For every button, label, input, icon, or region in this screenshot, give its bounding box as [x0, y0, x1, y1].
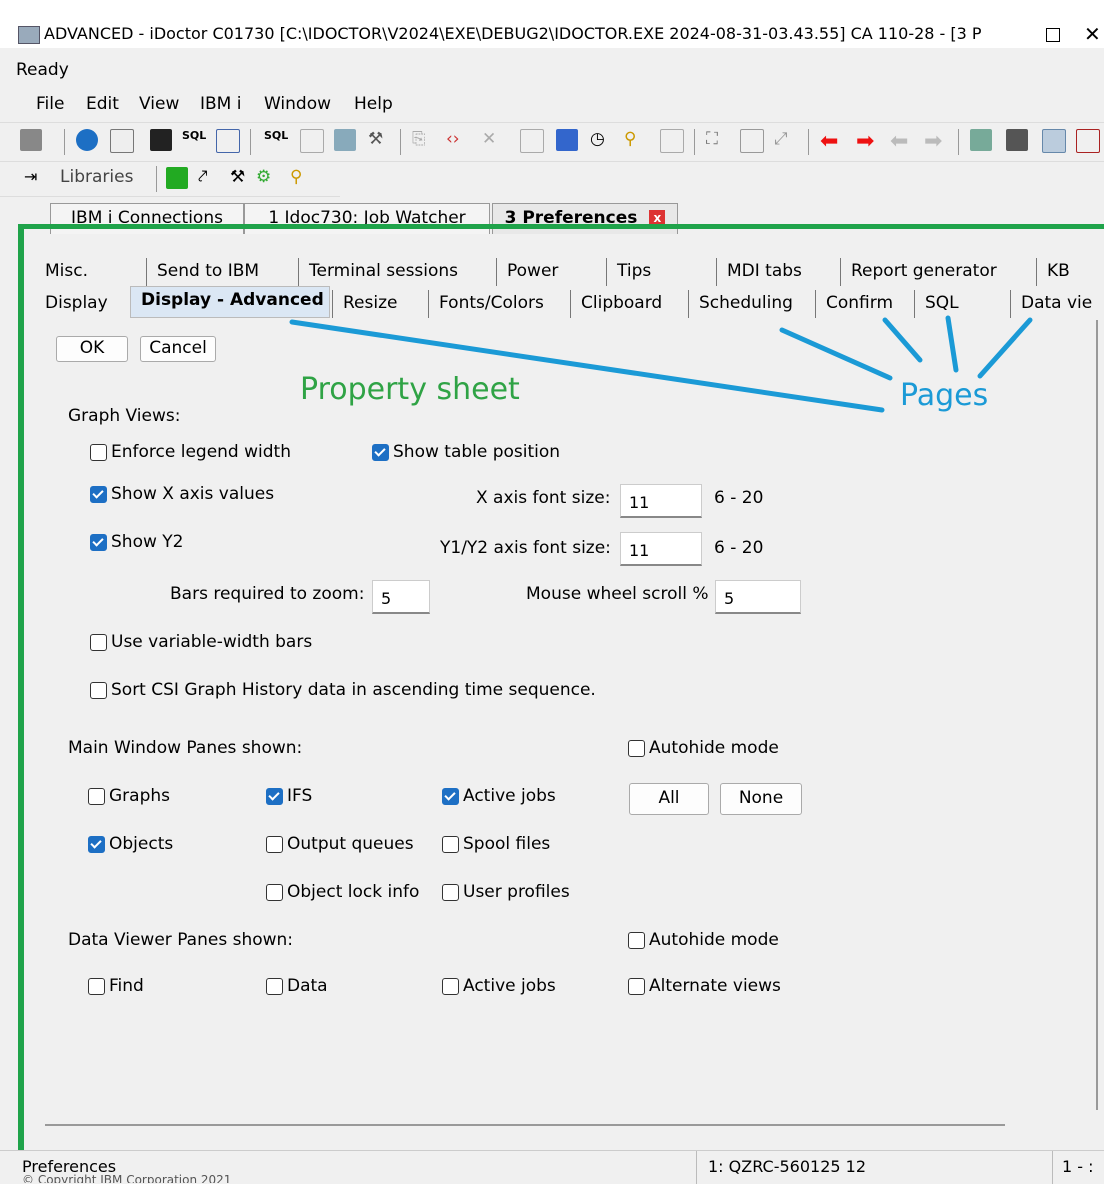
data-viewer-heading: Data Viewer Panes shown: [68, 930, 294, 950]
checkbox-box [442, 835, 459, 853]
checkbox-box [90, 533, 107, 551]
object-lock-checkbox[interactable]: Object lock info [266, 882, 419, 902]
data-checkbox[interactable]: Data [266, 976, 328, 996]
checkbox-box [90, 443, 107, 461]
x-font-size-label: X axis font size: [476, 488, 611, 508]
status-bar: Preferences © Copyright IBM Corporation … [0, 1150, 1104, 1184]
arrow-scheduling [779, 327, 893, 381]
arrow-confirm [882, 317, 923, 363]
vertical-scrollbar[interactable] [1096, 320, 1098, 1110]
checkbox-box [88, 835, 105, 853]
checkbox-box [266, 977, 283, 995]
checkbox-box [628, 739, 645, 757]
variable-width-checkbox[interactable]: Use variable-width bars [90, 632, 312, 652]
dv-autohide-checkbox[interactable]: Autohide mode [628, 930, 779, 950]
x-font-range: 6 - 20 [714, 488, 764, 508]
mouse-wheel-input[interactable]: 5 [715, 580, 801, 614]
graphs-checkbox[interactable]: Graphs [88, 786, 170, 806]
checkbox-box [628, 931, 645, 949]
status-middle: 1: QZRC-560125 12 [708, 1157, 866, 1176]
dv-active-jobs-checkbox[interactable]: Active jobs [442, 976, 556, 996]
bars-zoom-input[interactable]: 5 [372, 580, 430, 614]
checkbox-box [266, 787, 283, 805]
mouse-wheel-label: Mouse wheel scroll % [526, 584, 709, 604]
checkbox-box [628, 977, 645, 995]
checkbox-box [88, 787, 105, 805]
checkbox-box [372, 443, 389, 461]
output-queues-checkbox[interactable]: Output queues [266, 834, 414, 854]
status-right: 1 - : [1062, 1157, 1094, 1176]
checkbox-box [266, 883, 283, 901]
objects-checkbox[interactable]: Objects [88, 834, 173, 854]
alternate-views-checkbox[interactable]: Alternate views [628, 976, 781, 996]
arrow-sql [945, 315, 959, 373]
checkbox-box [90, 485, 107, 503]
checkbox-box [90, 633, 107, 651]
checkbox-box [442, 787, 459, 805]
x-font-size-input[interactable]: 11 [620, 484, 702, 518]
y-font-size-input[interactable]: 11 [620, 532, 702, 566]
horizontal-scrollbar[interactable] [45, 1124, 1005, 1126]
active-jobs-checkbox[interactable]: Active jobs [442, 786, 556, 806]
y-font-size-label: Y1/Y2 axis font size: [440, 538, 611, 558]
show-y2-checkbox[interactable]: Show Y2 [90, 532, 183, 552]
checkbox-box [90, 681, 107, 699]
copyright-text: © Copyright IBM Corporation 2021 [22, 1173, 232, 1183]
arrow-data-viewer [977, 317, 1033, 379]
y-font-range: 6 - 20 [714, 538, 764, 558]
spool-files-checkbox[interactable]: Spool files [442, 834, 550, 854]
main-panes-heading: Main Window Panes shown: [68, 738, 303, 758]
show-table-position-checkbox[interactable]: Show table position [372, 442, 560, 462]
find-checkbox[interactable]: Find [88, 976, 144, 996]
bars-zoom-label: Bars required to zoom: [170, 584, 365, 604]
user-profiles-checkbox[interactable]: User profiles [442, 882, 570, 902]
none-button[interactable]: None [720, 783, 802, 815]
checkbox-box [88, 977, 105, 995]
all-button[interactable]: All [629, 783, 709, 815]
ifs-checkbox[interactable]: IFS [266, 786, 312, 806]
graph-views-heading: Graph Views: [68, 406, 181, 426]
checkbox-box [442, 977, 459, 995]
enforce-legend-checkbox[interactable]: Enforce legend width [90, 442, 291, 462]
main-autohide-checkbox[interactable]: Autohide mode [628, 738, 779, 758]
checkbox-box [442, 883, 459, 901]
checkbox-box [266, 835, 283, 853]
show-x-axis-checkbox[interactable]: Show X axis values [90, 484, 274, 504]
sort-csi-checkbox[interactable]: Sort CSI Graph History data in ascending… [90, 680, 596, 700]
